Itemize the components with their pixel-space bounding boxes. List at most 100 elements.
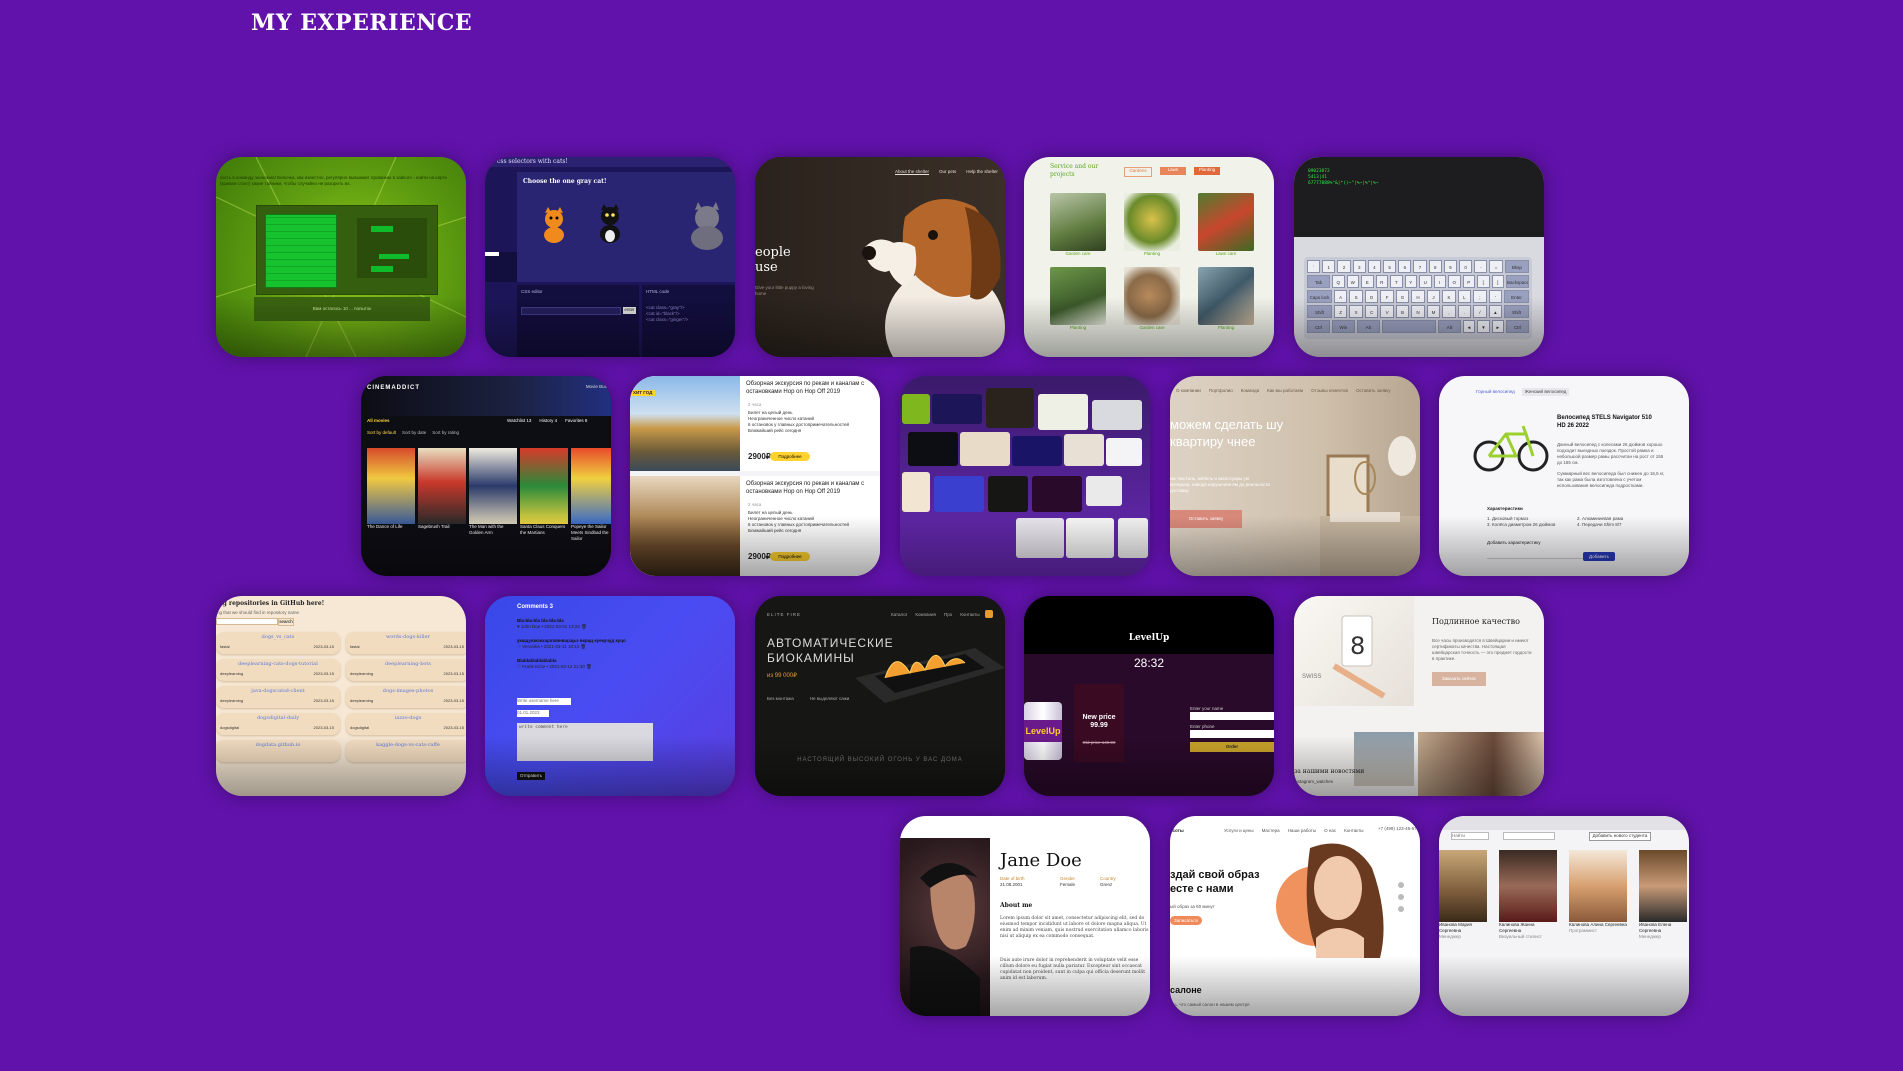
tab-mountain[interactable]: Горный велосипед (1473, 388, 1518, 396)
nav-item[interactable]: Про (944, 612, 952, 618)
add-student-button[interactable]: Добавить нового студента (1589, 832, 1651, 841)
project-tile-beauty-salon[interactable]: асоты Услуги и цены Мастера Наши работы … (1170, 816, 1420, 1016)
project-tile-github-search[interactable]: ing repositories in GitHub here! ing tha… (216, 596, 466, 796)
project-tile-garden-service[interactable]: Service and our projects Gardens Lawn Pl… (1024, 157, 1274, 357)
key[interactable]: P (1462, 275, 1475, 288)
project-tile-levelup[interactable]: LevelUp 28:32 New price 99.99 Old price … (1024, 596, 1274, 796)
key[interactable]: S (1349, 290, 1363, 303)
key[interactable]: U (1419, 275, 1432, 288)
filter-lawn[interactable]: Lawn (1160, 167, 1186, 175)
project-tile-comments[interactable]: Comments 3 Bla-bla-bla bla-bla-bla ♥ John… (485, 596, 735, 796)
project-card[interactable]: Planting (1198, 267, 1254, 331)
project-card[interactable]: Garden care (1124, 267, 1180, 331)
nav-item[interactable]: О нас (1324, 828, 1336, 834)
repo-card[interactable]: deeplearning-bots deeplearning 2023-03-15 (346, 659, 466, 681)
film-card[interactable]: Santa Claus Conquers the Martians (520, 448, 568, 542)
repo-name[interactable]: deeplearning-cats-dogs-tutorial (216, 661, 340, 667)
project-tile-watches[interactable]: 8 SWISS Подлинное качество Все часы произ… (1294, 596, 1544, 796)
key[interactable]: 5 (1383, 260, 1397, 273)
key[interactable]: D (1364, 290, 1379, 303)
key[interactable]: C (1364, 305, 1379, 318)
key[interactable]: ' (1488, 290, 1503, 303)
add-button[interactable]: Добавить (1583, 552, 1615, 561)
search-input[interactable] (216, 618, 278, 625)
comment-textarea[interactable]: write comment here (517, 723, 653, 761)
key[interactable]: T (1390, 275, 1403, 288)
nav-pets[interactable]: Our pets (939, 169, 956, 175)
person-card[interactable]: Калинова Жанна Сергеевна Визуальный стили… (1499, 850, 1557, 940)
sort-default[interactable]: Sort by default (367, 430, 396, 436)
key[interactable]: Alt (1437, 320, 1461, 333)
project-tile-profile-jane-doe[interactable]: Jane Doe Date of birth Gender Country 21.0… (900, 816, 1150, 1016)
project-tile-bio-fireplace[interactable]: ELITE FIRE Каталог Компания Про Контакты… (755, 596, 1005, 796)
nav-item[interactable]: Услуги и цены (1224, 828, 1254, 834)
film-card[interactable]: The Man with the Golden Arm (469, 448, 517, 542)
name-input[interactable] (1190, 712, 1274, 720)
key[interactable]: ► (1491, 320, 1505, 333)
nav-favorites[interactable]: Favorites 8 (565, 418, 587, 424)
project-tile-bicycle-shop[interactable]: Горный велосипед Женский велосипед Велос… (1439, 376, 1689, 576)
gray-cat-icon[interactable] (685, 202, 729, 250)
film-card[interactable]: The Dance of Life (367, 448, 415, 542)
key[interactable]: Win (1331, 320, 1355, 333)
key[interactable]: Shift (1307, 305, 1332, 318)
key[interactable]: N (1411, 305, 1425, 318)
excursion-card[interactable]: ХИТ ГОД Обзорная экскурсия по рекам и ка… (630, 376, 880, 471)
nav-item[interactable]: Команда (1241, 388, 1259, 394)
filter-input[interactable] (1503, 832, 1555, 840)
nav-item[interactable]: Мастера (1262, 828, 1280, 834)
repo-card[interactable]: deeplearning-cats-dogs-tutorial deeplearn… (216, 659, 340, 681)
key[interactable]: Bksp (1504, 260, 1530, 273)
key[interactable]: Alt (1356, 320, 1380, 333)
repo-name[interactable]: dogs-images-photos (346, 688, 466, 694)
repo-name[interactable]: dogsdigital-daily (216, 715, 340, 721)
film-card[interactable]: Sagebrush Trail (418, 448, 466, 542)
key[interactable]: 6 (1398, 260, 1412, 273)
key[interactable]: . (1457, 305, 1472, 318)
project-tile-squirrel-game[interactable]: кость в команду экономна! Белочка, как и… (216, 157, 466, 357)
nav-item[interactable]: Компания (915, 612, 936, 618)
nav-item[interactable]: О компании (1176, 388, 1201, 394)
repo-card[interactable]: kaggle-dogs-vs-cats-caffe (346, 740, 466, 762)
username-input[interactable]: Write username here (517, 698, 571, 705)
nav-history[interactable]: History 4 (539, 418, 557, 424)
key[interactable]: F (1380, 290, 1394, 303)
key[interactable]: B (1395, 305, 1410, 318)
key[interactable]: Tab (1307, 275, 1330, 288)
key[interactable]: M (1426, 305, 1441, 318)
project-tile-virtual-keyboard[interactable]: 09023872 5413|41 67777888%^&|*()~"|%~|%^… (1294, 157, 1544, 357)
submit-button[interactable] (371, 266, 393, 272)
key[interactable]: [ (1477, 275, 1490, 288)
repo-card[interactable]: dogdata.github.io (216, 740, 340, 762)
project-card[interactable]: Planting (1124, 193, 1180, 257)
filter-gardens[interactable]: Gardens (1124, 167, 1152, 177)
repo-card[interactable]: dogs-images-photos deeplearning 2023-03-15 (346, 686, 466, 708)
key[interactable]: J (1426, 290, 1441, 303)
repo-name[interactable]: dogdata.github.io (216, 742, 340, 748)
sort-date[interactable]: Sort by date (402, 430, 426, 436)
nav-item[interactable]: Оставить заявку (1356, 388, 1391, 394)
key[interactable]: G (1395, 290, 1410, 303)
project-card[interactable]: Garden care (1050, 193, 1106, 257)
enter-button[interactable]: enter (623, 307, 636, 314)
repo-card[interactable]: iazzo-dogs dogsdigital 2023-03-15 (346, 713, 466, 735)
tab-women[interactable]: Женский велосипед (1521, 388, 1570, 396)
key[interactable]: L (1457, 290, 1472, 303)
project-tile-css-cats[interactable]: css selectors with cats! Choose the one … (485, 157, 735, 357)
project-card[interactable]: Lawn care (1198, 193, 1254, 257)
project-tile-interior-design[interactable]: О компании Портфолио Команда Как мы рабо… (1170, 376, 1420, 576)
game-grid[interactable] (265, 214, 337, 288)
order-now-button[interactable]: Заказать сейчас (1432, 672, 1486, 686)
nav-item[interactable]: Контакты (1344, 828, 1363, 834)
nav-about[interactable]: About the shelter (895, 169, 929, 175)
key[interactable]: ; (1473, 290, 1487, 303)
key[interactable]: Shift (1504, 305, 1530, 318)
key[interactable]: X (1349, 305, 1363, 318)
filter-planting[interactable]: Planting (1194, 167, 1220, 175)
key[interactable]: 0 (1459, 260, 1473, 273)
key[interactable]: Ctrl (1307, 320, 1330, 333)
search-button[interactable]: search (278, 618, 294, 626)
key[interactable]: Enter (1504, 290, 1530, 303)
key[interactable]: 1 (1322, 260, 1336, 273)
key[interactable]: ▲ (1488, 305, 1503, 318)
